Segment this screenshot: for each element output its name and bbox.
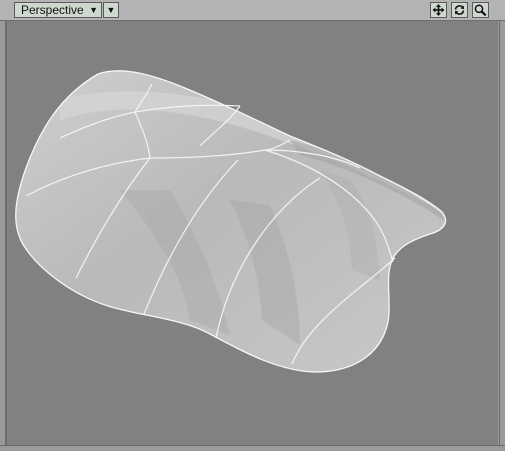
subdivision-surface-mesh[interactable] — [0, 0, 505, 451]
perspective-viewport-window: Perspective ▼ ▼ — [0, 0, 505, 451]
